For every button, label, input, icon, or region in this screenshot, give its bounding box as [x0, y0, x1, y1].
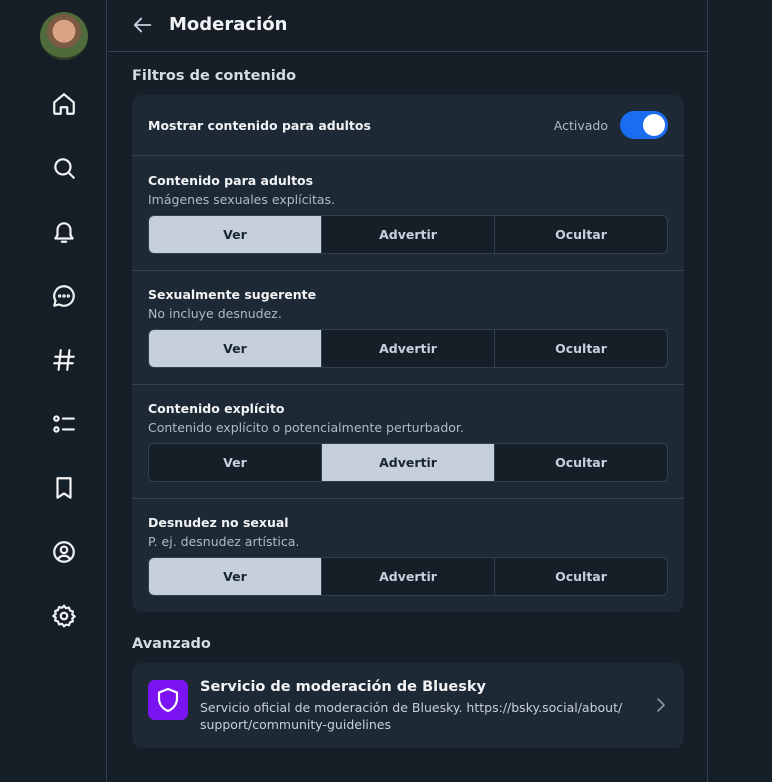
chat-icon[interactable]: [50, 282, 78, 310]
option-advertir-button[interactable]: Advertir: [322, 330, 495, 367]
filter-subtitle: Imágenes sexuales explícitas.: [148, 192, 335, 207]
shield-icon: [148, 680, 188, 720]
gear-icon[interactable]: [50, 602, 78, 630]
service-name: Servicio de moderación de Bluesky: [200, 679, 486, 695]
option-ver-button[interactable]: Ver: [149, 330, 322, 367]
service-description: Servicio oficial de moderación de Bluesk…: [200, 700, 623, 732]
option-advertir-button[interactable]: Advertir: [322, 216, 495, 253]
home-icon[interactable]: [50, 90, 78, 118]
filter-title: Desnudez no sexual: [148, 515, 289, 530]
filter-title: Contenido explícito: [148, 401, 285, 416]
avatar[interactable]: [40, 12, 88, 60]
option-ocultar-button[interactable]: Ocultar: [495, 216, 667, 253]
filter-row: Sexualmente sugerente No incluye desnudez…: [132, 270, 684, 384]
filter-segmented-control: Ver Advertir Ocultar: [148, 215, 668, 254]
option-ver-button[interactable]: Ver: [149, 558, 322, 595]
filter-subtitle: No incluye desnudez.: [148, 306, 282, 321]
back-arrow-icon[interactable]: [132, 14, 154, 36]
filter-segmented-control: Ver Advertir Ocultar: [148, 329, 668, 368]
sidebar: [0, 0, 107, 782]
adult-toggle-label: Mostrar contenido para adultos: [148, 118, 371, 133]
profile-icon[interactable]: [50, 538, 78, 566]
page-title: Moderación: [169, 14, 288, 35]
adult-content-toggle-row: Mostrar contenido para adultos Activado: [132, 95, 684, 155]
chevron-right-icon: [654, 695, 668, 715]
toggle-state-label: Activado: [553, 118, 608, 133]
search-icon[interactable]: [50, 154, 78, 182]
adult-content-toggle[interactable]: [620, 111, 668, 139]
header: Moderación: [108, 0, 707, 52]
filter-row: Contenido explícito Contenido explícito o…: [132, 384, 684, 498]
list-icon[interactable]: [50, 410, 78, 438]
option-advertir-button[interactable]: Advertir: [322, 558, 495, 595]
bell-icon[interactable]: [50, 218, 78, 246]
filter-segmented-control: Ver Advertir Ocultar: [148, 557, 668, 596]
bookmark-icon[interactable]: [50, 474, 78, 502]
option-ocultar-button[interactable]: Ocultar: [495, 444, 667, 481]
moderation-service-card[interactable]: Servicio de moderación de Bluesky Servic…: [132, 663, 684, 748]
filter-subtitle: P. ej. desnudez artística.: [148, 534, 300, 549]
option-advertir-button[interactable]: Advertir: [322, 444, 495, 481]
content-border: [707, 0, 708, 782]
hashtag-icon[interactable]: [50, 346, 78, 374]
filter-segmented-control: Ver Advertir Ocultar: [148, 443, 668, 482]
filter-row: Contenido para adultos Imágenes sexuales …: [132, 156, 684, 270]
section-title-advanced: Avanzado: [132, 636, 211, 652]
filter-title: Contenido para adultos: [148, 173, 314, 188]
filter-row: Desnudez no sexual P. ej. desnudez artíst…: [132, 498, 684, 612]
filter-subtitle: Contenido explícito o potencialmente per…: [148, 420, 464, 435]
option-ocultar-button[interactable]: Ocultar: [495, 330, 667, 367]
content-filters-card: Mostrar contenido para adultos Activado …: [132, 95, 684, 612]
filter-title: Sexualmente sugerente: [148, 287, 317, 302]
option-ver-button[interactable]: Ver: [149, 444, 322, 481]
toggle-knob: [643, 114, 665, 136]
option-ver-button[interactable]: Ver: [149, 216, 322, 253]
section-title-filters: Filtros de contenido: [132, 68, 297, 84]
option-ocultar-button[interactable]: Ocultar: [495, 558, 667, 595]
